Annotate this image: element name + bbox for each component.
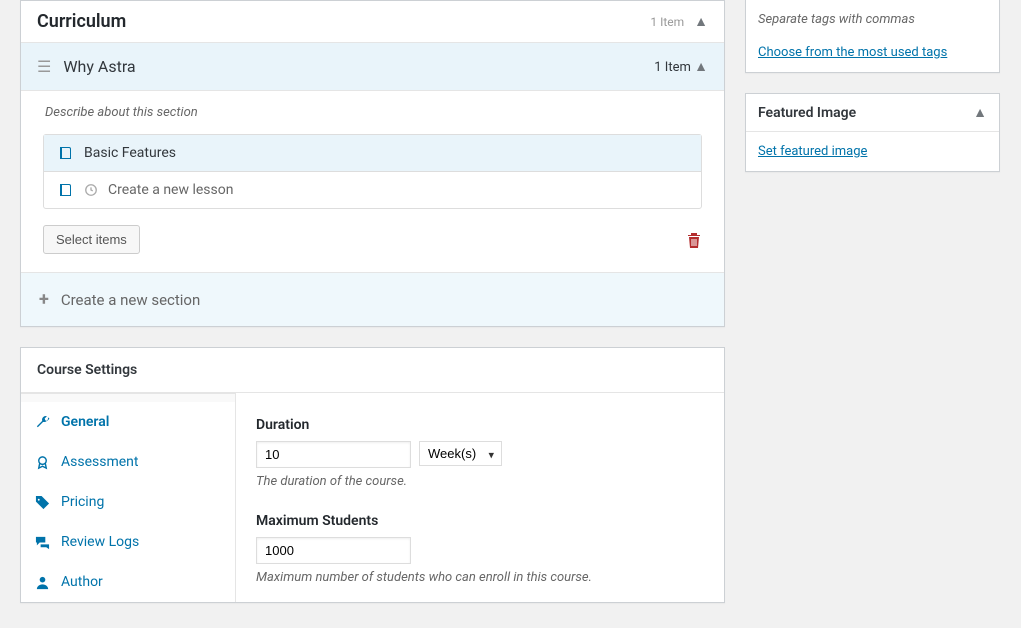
lesson-item[interactable]: Basic Features [44, 135, 701, 172]
tab-label: Assessment [61, 454, 138, 470]
curriculum-title: Curriculum [37, 11, 126, 32]
tags-hint: Separate tags with commas [758, 12, 987, 27]
select-items-button[interactable]: Select items [43, 225, 140, 254]
max-students-input[interactable] [256, 537, 411, 564]
section-header[interactable]: ☰ Why Astra 1 Item ▲ [21, 43, 724, 91]
set-featured-image-link[interactable]: Set featured image [758, 144, 867, 159]
duration-help: The duration of the course. [256, 474, 704, 489]
new-section-row[interactable]: + Create a new section [21, 272, 724, 326]
section-description-input[interactable]: Describe about this section [45, 105, 706, 120]
tab-label: Author [61, 574, 103, 590]
section-body: Describe about this section Basic Featur… [21, 91, 724, 272]
duration-unit-select[interactable]: Week(s) [419, 441, 502, 466]
tab-label: General [61, 414, 109, 430]
max-students-help: Maximum number of students who can enrol… [256, 570, 704, 585]
course-settings-panel: Course Settings General Assessment [20, 347, 725, 603]
duration-label: Duration [256, 417, 704, 433]
tab-review-logs[interactable]: Review Logs [21, 522, 235, 562]
featured-image-panel: Featured Image ▲ Set featured image [745, 93, 1000, 172]
tag-icon [35, 495, 51, 510]
book-icon [58, 145, 74, 161]
lesson-list: Basic Features Create a new lesson [43, 134, 702, 209]
duration-input[interactable] [256, 441, 411, 468]
curriculum-toggle-icon[interactable]: ▲ [694, 13, 708, 30]
settings-content: Duration Week(s) The duration of the cou… [236, 393, 724, 602]
tab-label: Pricing [61, 494, 104, 510]
wrench-icon [35, 415, 51, 430]
section-toggle-icon[interactable]: ▲ [694, 59, 708, 75]
plus-icon: + [39, 289, 49, 310]
settings-tabs: General Assessment Pricing [21, 393, 236, 602]
max-students-label: Maximum Students [256, 513, 704, 529]
new-lesson-label: Create a new lesson [108, 182, 233, 198]
section-item-count: 1 Item [654, 60, 691, 75]
tab-assessment[interactable]: Assessment [21, 442, 235, 482]
choose-tags-link[interactable]: Choose from the most used tags [758, 45, 947, 60]
new-lesson-row[interactable]: Create a new lesson [44, 172, 701, 208]
featured-image-toggle-icon[interactable]: ▲ [973, 104, 987, 121]
user-icon [35, 575, 51, 590]
comments-icon [35, 535, 51, 550]
tab-author[interactable]: Author [21, 562, 235, 602]
section-title: Why Astra [63, 57, 135, 76]
award-icon [35, 455, 51, 470]
lesson-title: Basic Features [84, 145, 176, 161]
curriculum-panel: Curriculum 1 Item ▲ ☰ Why Astra 1 Item ▲… [20, 0, 725, 327]
tab-general[interactable]: General [21, 402, 235, 442]
tags-panel: Separate tags with commas Choose from th… [745, 0, 1000, 73]
drag-handle-icon[interactable]: ☰ [37, 57, 51, 76]
tab-pricing[interactable]: Pricing [21, 482, 235, 522]
curriculum-header: Curriculum 1 Item ▲ [21, 1, 724, 43]
clock-icon [84, 183, 98, 197]
trash-icon[interactable] [686, 231, 702, 249]
book-icon [58, 182, 74, 198]
featured-image-title: Featured Image [758, 105, 856, 121]
curriculum-item-count: 1 Item [650, 15, 684, 29]
tab-label: Review Logs [61, 534, 139, 550]
new-section-label: Create a new section [61, 291, 200, 309]
course-settings-title: Course Settings [21, 348, 724, 393]
